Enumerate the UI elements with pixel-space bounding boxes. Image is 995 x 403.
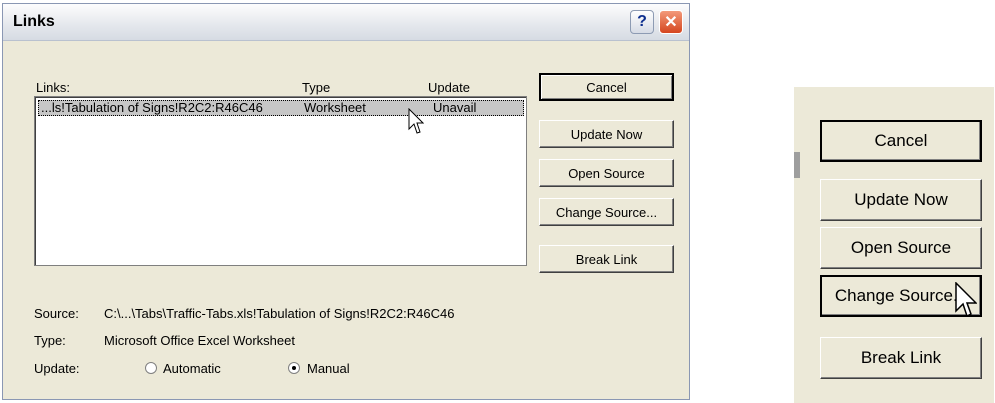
- type-label: Type:: [34, 333, 66, 348]
- cancel-button[interactable]: Cancel: [539, 73, 674, 101]
- zoom-open-source-button[interactable]: Open Source: [820, 227, 982, 269]
- list-edge-divider: [794, 152, 800, 178]
- help-button[interactable]: ?: [630, 10, 654, 34]
- radio-selected-dot: [292, 366, 296, 370]
- zoom-update-now-button[interactable]: Update Now: [820, 179, 982, 221]
- source-label: Source:: [34, 306, 79, 321]
- source-value: C:\...\Tabs\Traffic-Tabs.xls!Tabulation …: [104, 306, 455, 321]
- link-type-cell: Worksheet: [304, 100, 366, 115]
- links-column-header: Links:: [36, 80, 70, 95]
- type-value: Microsoft Office Excel Worksheet: [104, 333, 295, 348]
- close-button[interactable]: ✕: [659, 10, 683, 34]
- dialog-title: Links: [13, 13, 55, 30]
- update-label: Update:: [34, 361, 80, 376]
- break-link-button[interactable]: Break Link: [539, 245, 674, 273]
- manual-radio-label[interactable]: Manual: [307, 361, 350, 376]
- help-icon: ?: [637, 13, 647, 30]
- links-list[interactable]: ...ls!Tabulation of Signs!R2C2:R46C46 Wo…: [34, 96, 527, 266]
- zoom-cancel-button[interactable]: Cancel: [820, 120, 982, 162]
- update-column-header: Update: [428, 80, 470, 95]
- list-item[interactable]: ...ls!Tabulation of Signs!R2C2:R46C46 Wo…: [38, 100, 524, 116]
- close-icon: ✕: [664, 14, 678, 31]
- open-source-button[interactable]: Open Source: [539, 159, 674, 187]
- automatic-radio[interactable]: [145, 362, 157, 374]
- change-source-button[interactable]: Change Source...: [539, 198, 674, 226]
- update-now-button[interactable]: Update Now: [539, 120, 674, 148]
- zoom-break-link-button[interactable]: Break Link: [820, 337, 982, 379]
- link-update-cell: Unavail: [433, 100, 477, 115]
- title-bar[interactable]: Links ? ✕: [3, 4, 689, 41]
- manual-radio[interactable]: [288, 362, 300, 374]
- link-name-cell: ...ls!Tabulation of Signs!R2C2:R46C46: [41, 100, 263, 115]
- automatic-radio-label[interactable]: Automatic: [163, 361, 221, 376]
- type-column-header: Type: [302, 80, 331, 95]
- zoom-change-source-button[interactable]: Change Source...: [820, 275, 982, 317]
